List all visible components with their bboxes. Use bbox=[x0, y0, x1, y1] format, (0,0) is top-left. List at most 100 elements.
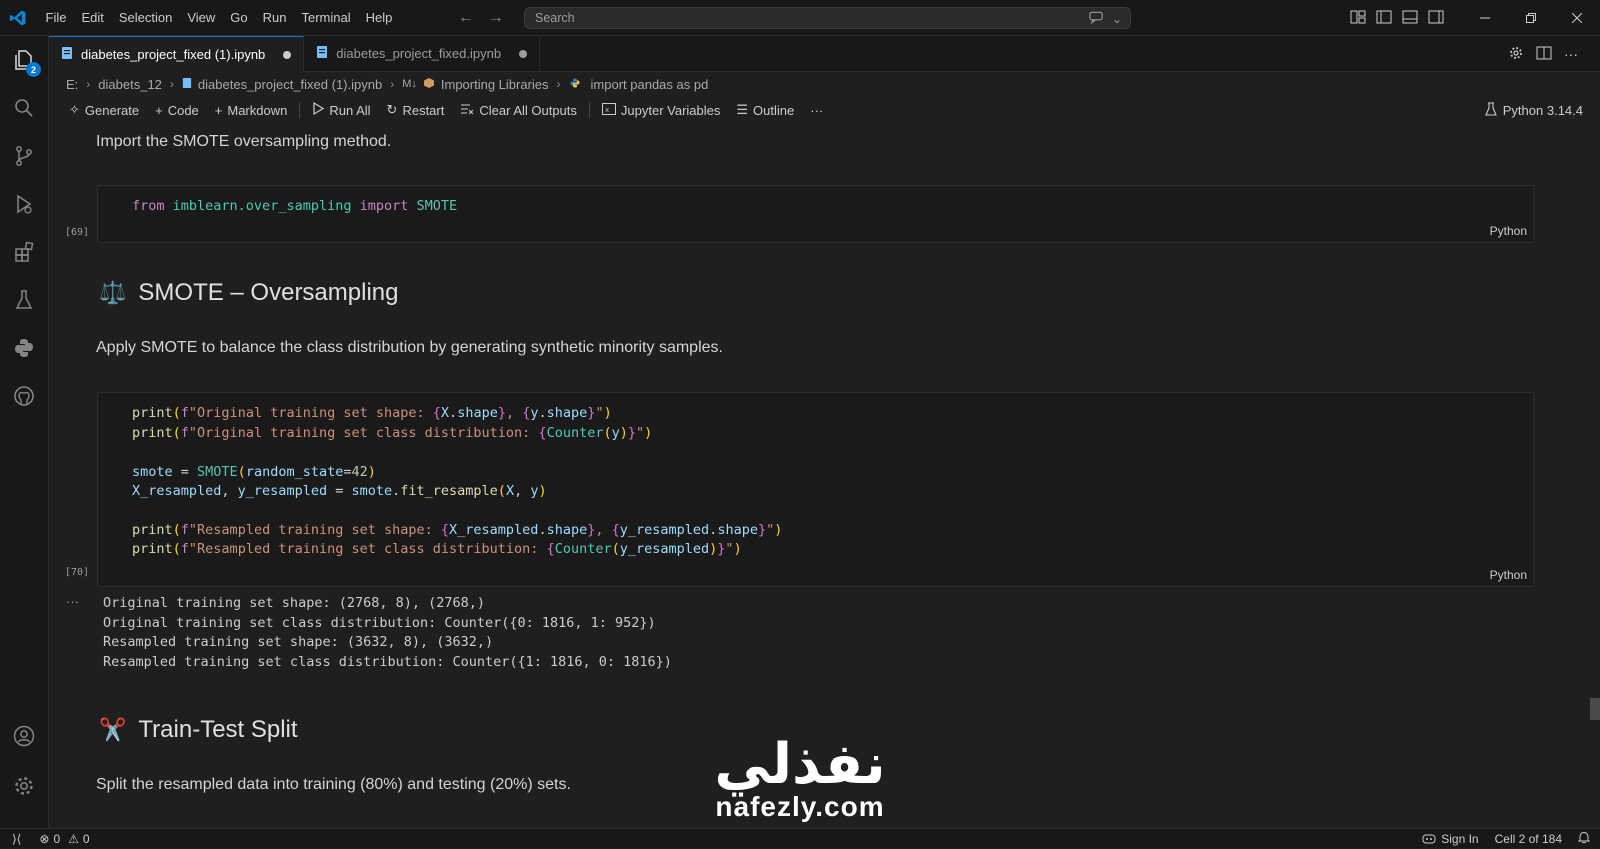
more-toolbar-actions[interactable]: ··· bbox=[802, 98, 831, 122]
customize-layout-icon[interactable] bbox=[1350, 10, 1366, 27]
cell-language-label[interactable]: Python bbox=[1490, 568, 1527, 582]
breadcrumb: E: › diabets_12 › diabetes_project_fixed… bbox=[49, 72, 1600, 96]
code-cell-70[interactable]: print(f"Original training set shape: {X.… bbox=[97, 392, 1534, 587]
copilot-chat-icon[interactable] bbox=[1089, 10, 1104, 27]
markdown-heading-smote[interactable]: ⚖️ SMOTE – Oversampling bbox=[99, 279, 398, 307]
module-name: imblearn.over_sampling bbox=[172, 198, 352, 214]
code-line: print(f"Resampled training set shape: {X… bbox=[132, 522, 783, 538]
restore-icon[interactable] bbox=[1508, 0, 1554, 36]
menu-run[interactable]: Run bbox=[255, 0, 294, 36]
testing-flask-icon[interactable] bbox=[0, 276, 48, 324]
error-count: 0 bbox=[53, 831, 61, 846]
source-control-icon[interactable] bbox=[0, 132, 48, 180]
kernel-picker[interactable]: Python 3.14.4 bbox=[1484, 96, 1583, 124]
restart-button[interactable]: ↻ Restart bbox=[379, 98, 453, 122]
outline-list-icon: ☰ bbox=[736, 102, 749, 117]
imported-name: SMOTE bbox=[416, 198, 458, 214]
manage-gear-icon[interactable] bbox=[0, 762, 48, 810]
unsaved-dot-icon[interactable] bbox=[519, 49, 528, 58]
keyword-import: import bbox=[359, 198, 409, 214]
plus-icon: + bbox=[214, 102, 223, 118]
menu-terminal[interactable]: Terminal bbox=[294, 0, 358, 36]
close-icon[interactable] bbox=[1554, 0, 1600, 36]
notebook-editor[interactable]: Import the SMOTE oversampling method. fr… bbox=[49, 124, 1600, 828]
output-line: Resampled training set shape: (3632, 8),… bbox=[103, 634, 494, 650]
tab-diabetes-project-fixed[interactable]: diabetes_project_fixed.ipynb bbox=[304, 36, 541, 71]
markdown-cell-import-smote[interactable]: Import the SMOTE oversampling method. bbox=[96, 133, 391, 151]
breadcrumb-section[interactable]: Importing Libraries bbox=[441, 77, 549, 92]
toggle-primary-sidebar-icon[interactable] bbox=[1376, 10, 1392, 27]
clear-outputs-icon bbox=[460, 103, 474, 118]
vscode-logo-icon bbox=[0, 0, 36, 36]
tab-diabetes-project-fixed-1[interactable]: diabetes_project_fixed (1).ipynb bbox=[49, 36, 305, 72]
nafezly-watermark: نفذلي nafezly.com bbox=[700, 735, 900, 823]
more-label: ··· bbox=[810, 102, 824, 118]
breadcrumb-drive[interactable]: E: bbox=[66, 77, 78, 92]
menu-edit[interactable]: Edit bbox=[74, 0, 111, 36]
markdown-cell-apply-smote[interactable]: Apply SMOTE to balance the class distrib… bbox=[96, 339, 723, 357]
cell-position[interactable]: Cell 2 of 184 bbox=[1495, 832, 1562, 846]
run-all-icon bbox=[312, 101, 325, 118]
title-bar: File Edit Selection View Go Run Terminal… bbox=[0, 0, 1600, 36]
markdown-heading-train-test-split[interactable]: ✂️ Train-Test Split bbox=[99, 716, 298, 744]
execution-count: [70] bbox=[65, 567, 90, 578]
forward-arrow-icon[interactable]: → bbox=[488, 9, 504, 27]
add-markdown-cell-button[interactable]: + Markdown bbox=[207, 98, 296, 122]
chevron-down-icon[interactable]: ⌄ bbox=[1112, 12, 1122, 26]
menu-go[interactable]: Go bbox=[223, 0, 255, 36]
more-actions-icon[interactable]: ··· bbox=[1564, 46, 1578, 62]
scrollbar-thumb[interactable] bbox=[1590, 698, 1600, 720]
extensions-icon[interactable] bbox=[0, 228, 48, 276]
settings-gear-icon[interactable] bbox=[1508, 45, 1524, 64]
problems-indicator[interactable]: ⊗ 0 ⚠ 0 bbox=[39, 832, 89, 846]
menu-file[interactable]: File bbox=[38, 0, 74, 36]
breadcrumb-file[interactable]: diabetes_project_fixed (1).ipynb bbox=[198, 77, 382, 92]
sparkle-icon: ✧ bbox=[69, 102, 80, 117]
svg-text:x: x bbox=[605, 106, 609, 114]
toggle-secondary-sidebar-icon[interactable] bbox=[1428, 10, 1444, 27]
tab-label: diabetes_project_fixed.ipynb bbox=[336, 46, 502, 61]
clear-all-outputs-button[interactable]: Clear All Outputs bbox=[452, 98, 585, 122]
outline-label: Outline bbox=[753, 102, 795, 118]
python-icon[interactable] bbox=[0, 324, 48, 372]
python-file-icon bbox=[569, 77, 581, 92]
execution-count: [69] bbox=[65, 227, 90, 238]
balance-scale-icon: ⚖️ bbox=[99, 280, 127, 305]
minimize-icon[interactable] bbox=[1462, 0, 1508, 36]
run-debug-icon[interactable] bbox=[0, 180, 48, 228]
code-line: X_resampled, y_resampled = smote.fit_res… bbox=[132, 483, 547, 499]
kernel-label: Python 3.14.4 bbox=[1502, 102, 1583, 118]
activity-bar: 2 bbox=[0, 36, 49, 828]
menu-view[interactable]: View bbox=[180, 0, 223, 36]
menu-selection[interactable]: Selection bbox=[111, 0, 179, 36]
breadcrumb-folder[interactable]: diabets_12 bbox=[98, 77, 162, 92]
code-cell-69[interactable]: from imblearn.over_sampling import SMOTE… bbox=[97, 185, 1534, 243]
back-arrow-icon[interactable]: ← bbox=[458, 9, 474, 27]
generate-button[interactable]: ✧ Generate bbox=[61, 98, 147, 122]
toggle-panel-icon[interactable] bbox=[1402, 10, 1418, 27]
copilot-icon bbox=[1422, 832, 1436, 847]
search-icon[interactable] bbox=[0, 84, 48, 132]
cell-language-label[interactable]: Python bbox=[1490, 224, 1527, 238]
outline-button[interactable]: ☰ Outline bbox=[728, 98, 802, 122]
search-input[interactable]: Search ⌄ bbox=[524, 7, 1131, 29]
jupyter-variables-button[interactable]: x Jupyter Variables bbox=[594, 98, 728, 122]
sign-in-button[interactable]: Sign In bbox=[1422, 832, 1479, 847]
unsaved-dot-icon[interactable] bbox=[283, 50, 292, 59]
split-editor-icon[interactable] bbox=[1536, 45, 1552, 64]
output-actions-icon[interactable]: ··· bbox=[66, 594, 79, 609]
run-all-button[interactable]: Run All bbox=[304, 98, 378, 122]
github-icon[interactable] bbox=[0, 372, 48, 420]
window-controls bbox=[1462, 0, 1600, 36]
menu-help[interactable]: Help bbox=[358, 0, 400, 36]
markdown-cell-split-data[interactable]: Split the resampled data into training (… bbox=[96, 776, 571, 794]
add-code-cell-button[interactable]: + Code bbox=[147, 98, 207, 122]
accounts-icon[interactable] bbox=[0, 712, 48, 760]
remote-icon[interactable]: ⟩⟨ bbox=[12, 832, 21, 846]
output-line: Original training set shape: (2768, 8), … bbox=[103, 595, 486, 611]
heading-text: SMOTE – Oversampling bbox=[138, 279, 399, 306]
explorer-icon[interactable]: 2 bbox=[0, 36, 48, 84]
breadcrumb-symbol[interactable]: import pandas as pd bbox=[591, 77, 709, 92]
chevron-right-icon: › bbox=[86, 77, 91, 91]
notifications-bell-icon[interactable] bbox=[1577, 831, 1591, 847]
